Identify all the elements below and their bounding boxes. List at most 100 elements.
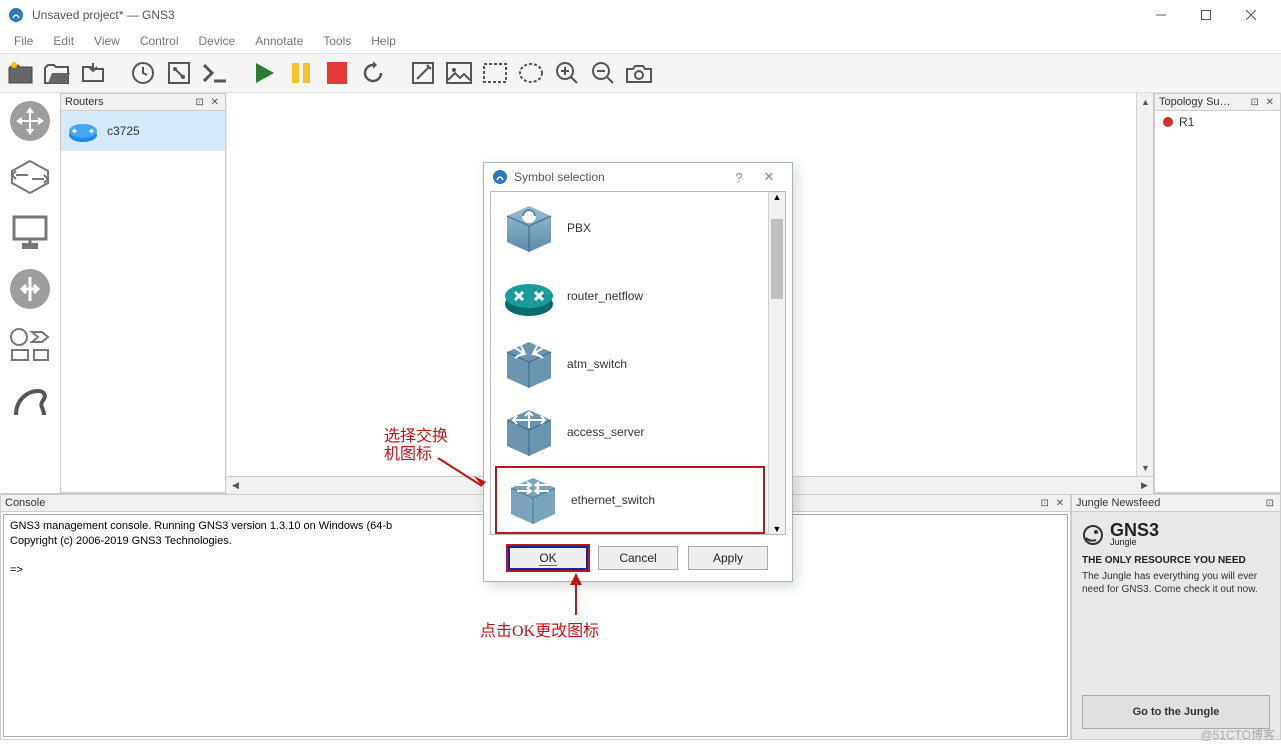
menu-help[interactable]: Help xyxy=(361,32,406,50)
draw-rect-icon[interactable] xyxy=(480,58,510,88)
topology-item-label: R1 xyxy=(1179,115,1194,129)
vertical-scrollbar[interactable]: ▲ ▼ xyxy=(1136,93,1153,476)
stop-all-icon[interactable] xyxy=(322,58,352,88)
window-title: Unsaved project* — GNS3 xyxy=(32,8,1138,22)
symbol-label: ethernet_switch xyxy=(571,493,655,507)
topology-panel-header: Topology Su… ⊡ ✕ xyxy=(1155,94,1280,111)
scroll-down-icon[interactable]: ▼ xyxy=(1137,459,1154,476)
jungle-brand-top: GNS3 xyxy=(1110,522,1159,538)
minimize-button[interactable] xyxy=(1138,0,1183,29)
draw-ellipse-icon[interactable] xyxy=(516,58,546,88)
routers-panel: Routers ⊡ ✕ c3725 xyxy=(60,93,226,493)
ethernet-switch-icon xyxy=(505,474,561,526)
new-project-icon[interactable] xyxy=(6,58,36,88)
console-all-icon[interactable] xyxy=(200,58,230,88)
router-icon xyxy=(67,119,99,143)
scroll-right-icon[interactable]: ▶ xyxy=(1136,477,1153,494)
panel-controls[interactable]: ⊡ ✕ xyxy=(195,97,221,108)
jungle-desc: The Jungle has everything you will ever … xyxy=(1082,570,1270,596)
access-server-icon xyxy=(501,406,557,458)
router-item-label: c3725 xyxy=(107,124,140,138)
scroll-up-icon[interactable]: ▲ xyxy=(1137,93,1154,110)
right-column: Topology Su… ⊡ ✕ R1 xyxy=(1153,93,1281,493)
router-item[interactable]: c3725 xyxy=(61,111,225,151)
jungle-panel: Jungle Newsfeed ⊡ GNS3 Jungle THE ONLY R… xyxy=(1071,494,1281,740)
start-all-icon[interactable] xyxy=(250,58,280,88)
jungle-panel-header: Jungle Newsfeed ⊡ xyxy=(1072,495,1280,512)
watermark: @51CTO博客 xyxy=(1200,726,1275,743)
chameleon-icon xyxy=(1082,524,1104,546)
symbol-item-atm-switch[interactable]: atm_switch xyxy=(493,330,783,398)
scroll-down-icon[interactable]: ▼ xyxy=(769,524,785,534)
status-dot-icon xyxy=(1163,117,1173,127)
menu-bar: File Edit View Control Device Annotate T… xyxy=(0,29,1281,53)
menu-tools[interactable]: Tools xyxy=(313,32,361,50)
insert-image-icon[interactable] xyxy=(444,58,474,88)
menu-file[interactable]: File xyxy=(4,32,43,50)
menu-device[interactable]: Device xyxy=(189,32,246,50)
symbol-item-pbx[interactable]: PBX xyxy=(493,194,783,262)
zoom-in-icon[interactable] xyxy=(552,58,582,88)
panel-controls[interactable]: ⊡ ✕ xyxy=(1250,97,1276,108)
panel-controls[interactable]: ⊡ xyxy=(1266,498,1276,509)
annotate-text-icon[interactable] xyxy=(408,58,438,88)
panel-controls[interactable]: ⊡ ✕ xyxy=(1040,498,1066,509)
symbol-label: atm_switch xyxy=(567,357,627,371)
app-logo-icon xyxy=(8,7,24,23)
dialog-help-button[interactable]: ? xyxy=(724,163,754,191)
atm-switch-icon xyxy=(501,338,557,390)
scroll-left-icon[interactable]: ◀ xyxy=(227,477,244,494)
annotation-arrow-icon xyxy=(566,573,586,617)
apply-button[interactable]: Apply xyxy=(688,546,768,570)
console-panel-title: Console xyxy=(5,497,45,509)
jungle-cta-button[interactable]: Go to the Jungle xyxy=(1082,695,1270,729)
browse-end-devices-icon[interactable] xyxy=(6,209,54,257)
dialog-scrollbar[interactable]: ▲ ▼ xyxy=(768,192,785,534)
topology-panel: Topology Su… ⊡ ✕ R1 xyxy=(1154,93,1281,493)
menu-control[interactable]: Control xyxy=(130,32,189,50)
dialog-close-button[interactable]: ✕ xyxy=(754,163,784,191)
zoom-out-icon[interactable] xyxy=(588,58,618,88)
browse-switches-icon[interactable] xyxy=(6,153,54,201)
dialog-title-bar: Symbol selection ? ✕ xyxy=(484,163,792,191)
dialog-buttons: OK Cancel Apply xyxy=(484,535,792,581)
symbol-item-router-netflow[interactable]: router_netflow xyxy=(493,262,783,330)
add-link-icon[interactable] xyxy=(6,377,54,425)
browse-routers-icon[interactable] xyxy=(6,97,54,145)
topology-panel-title: Topology Su… xyxy=(1159,96,1231,108)
symbol-label: router_netflow xyxy=(567,289,643,303)
maximize-button[interactable] xyxy=(1183,0,1228,29)
symbol-label: access_server xyxy=(567,425,644,439)
ok-button[interactable]: OK xyxy=(508,546,588,570)
snapshot-icon[interactable] xyxy=(128,58,158,88)
symbol-item-access-server[interactable]: access_server xyxy=(493,398,783,466)
menu-view[interactable]: View xyxy=(84,32,130,50)
scrollbar-thumb[interactable] xyxy=(771,219,783,299)
symbol-label: PBX xyxy=(567,221,591,235)
title-bar: Unsaved project* — GNS3 xyxy=(0,0,1281,29)
jungle-panel-title: Jungle Newsfeed xyxy=(1076,497,1160,509)
annotation-click-ok: 点击OK更改图标 xyxy=(480,617,599,641)
browse-security-icon[interactable] xyxy=(6,265,54,313)
symbol-list[interactable]: PBX router_netflow atm_switch access_ser… xyxy=(490,191,786,535)
close-button[interactable] xyxy=(1228,0,1273,29)
screenshot-icon[interactable] xyxy=(624,58,654,88)
symbol-selection-dialog: Symbol selection ? ✕ PBX router_netflow … xyxy=(483,162,793,582)
show-interfaces-icon[interactable] xyxy=(164,58,194,88)
pause-all-icon[interactable] xyxy=(286,58,316,88)
open-project-icon[interactable] xyxy=(42,58,72,88)
reload-all-icon[interactable] xyxy=(358,58,388,88)
browse-all-icon[interactable] xyxy=(6,321,54,369)
routers-panel-header: Routers ⊡ ✕ xyxy=(61,94,225,111)
router-netflow-icon xyxy=(501,270,557,322)
topology-item[interactable]: R1 xyxy=(1163,115,1272,129)
dialog-title: Symbol selection xyxy=(514,170,724,184)
menu-edit[interactable]: Edit xyxy=(43,32,84,50)
save-project-icon[interactable] xyxy=(78,58,108,88)
routers-panel-title: Routers xyxy=(65,96,104,108)
cancel-button[interactable]: Cancel xyxy=(598,546,678,570)
menu-annotate[interactable]: Annotate xyxy=(245,32,313,50)
symbol-item-ethernet-switch[interactable]: ethernet_switch xyxy=(495,466,765,534)
scroll-up-icon[interactable]: ▲ xyxy=(769,192,785,202)
app-logo-icon xyxy=(492,169,508,185)
